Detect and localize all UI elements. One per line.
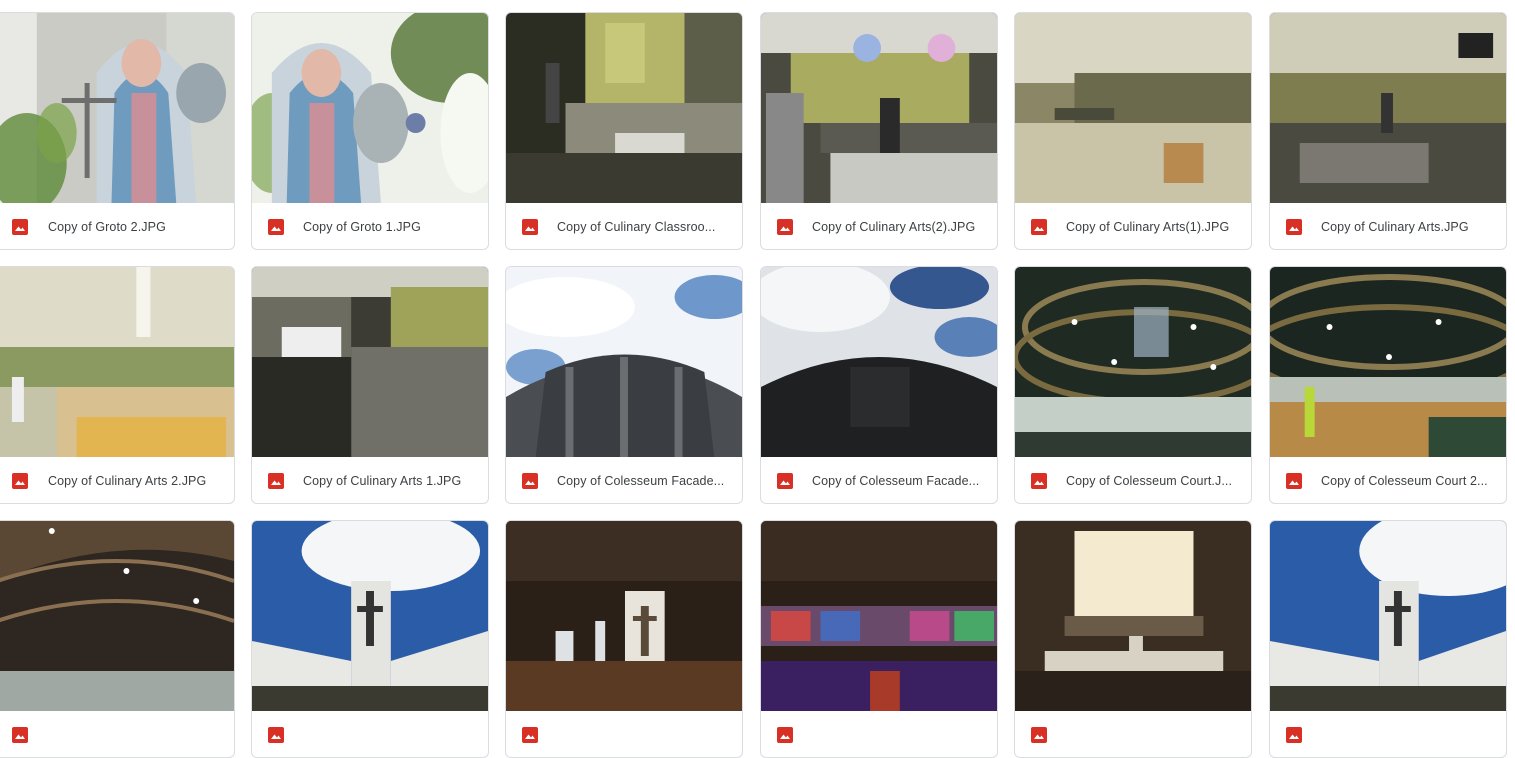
file-thumbnail [252,13,488,203]
file-name: Copy of Colesseum Court.J... [1066,474,1233,488]
file-card[interactable]: Copy of Culinary Arts(1).JPG [1014,12,1252,250]
file-thumbnail [1015,521,1251,711]
file-card[interactable] [0,520,235,758]
file-grid: Copy of Groto 2.JPG Copy of Groto 1.JPG [0,0,1515,758]
file-card[interactable]: Copy of Culinary Classroo... [505,12,743,250]
file-card[interactable]: Copy of Culinary Arts 1.JPG [251,266,489,504]
file-card[interactable] [251,520,489,758]
image-icon [777,473,793,489]
file-thumbnail [0,267,234,457]
image-icon [1286,473,1302,489]
file-thumbnail [761,13,997,203]
file-thumbnail [506,13,742,203]
file-card[interactable] [1014,520,1252,758]
file-card[interactable] [760,520,998,758]
file-thumbnail [252,267,488,457]
file-thumbnail [1015,267,1251,457]
file-thumbnail [0,521,234,711]
image-icon [522,219,538,235]
file-name: Copy of Culinary Arts.JPG [1321,220,1469,234]
image-icon [522,727,538,743]
file-thumbnail [1270,13,1506,203]
file-card[interactable]: Copy of Colesseum Court 2... [1269,266,1507,504]
file-name: Copy of Culinary Arts 2.JPG [48,474,207,488]
file-card[interactable] [1269,520,1507,758]
file-card[interactable] [505,520,743,758]
image-icon [12,727,28,743]
image-icon [1031,219,1047,235]
file-name: Copy of Culinary Arts(2).JPG [812,220,976,234]
file-thumbnail [1015,13,1251,203]
file-thumbnail [506,521,742,711]
image-icon [522,473,538,489]
file-name: Copy of Culinary Classroo... [557,220,716,234]
file-name: Copy of Colesseum Facade... [812,474,980,488]
image-icon [1286,219,1302,235]
file-thumbnail [761,521,997,711]
file-thumbnail [761,267,997,457]
file-card[interactable]: Copy of Colesseum Facade... [760,266,998,504]
image-icon [268,219,284,235]
file-card[interactable]: Copy of Culinary Arts 2.JPG [0,266,235,504]
file-name: Copy of Culinary Arts(1).JPG [1066,220,1230,234]
file-thumbnail [1270,521,1506,711]
image-icon [12,473,28,489]
image-icon [777,219,793,235]
file-name: Copy of Colesseum Facade... [557,474,725,488]
file-card[interactable]: Copy of Colesseum Court.J... [1014,266,1252,504]
file-card[interactable]: Copy of Colesseum Facade... [505,266,743,504]
image-icon [1286,727,1302,743]
image-icon [1031,473,1047,489]
image-icon [12,219,28,235]
image-icon [268,727,284,743]
file-card[interactable]: Copy of Groto 1.JPG [251,12,489,250]
image-icon [268,473,284,489]
file-thumbnail [252,521,488,711]
file-name: Copy of Colesseum Court 2... [1321,474,1488,488]
file-card[interactable]: Copy of Culinary Arts(2).JPG [760,12,998,250]
file-name: Copy of Groto 1.JPG [303,220,421,234]
file-name: Copy of Groto 2.JPG [48,220,166,234]
file-thumbnail [506,267,742,457]
file-thumbnail [0,13,234,203]
file-name: Copy of Culinary Arts 1.JPG [303,474,462,488]
file-card[interactable]: Copy of Groto 2.JPG [0,12,235,250]
image-icon [777,727,793,743]
file-thumbnail [1270,267,1506,457]
file-card[interactable]: Copy of Culinary Arts.JPG [1269,12,1507,250]
image-icon [1031,727,1047,743]
